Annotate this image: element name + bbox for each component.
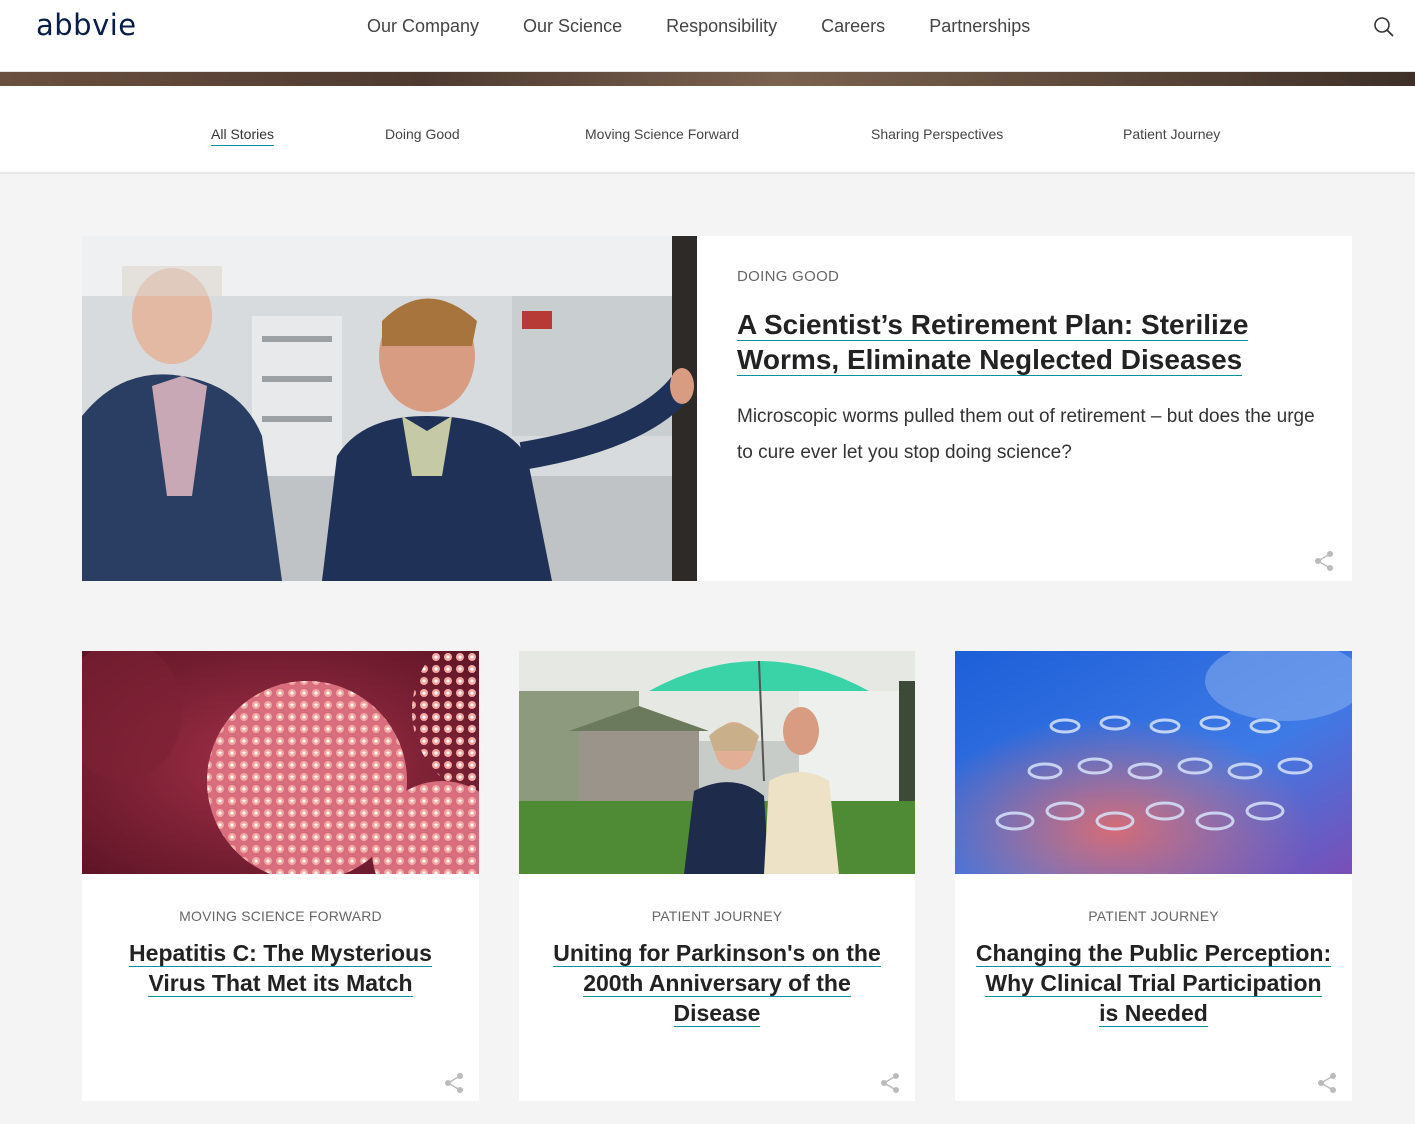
filter-doing-good[interactable]: Doing Good bbox=[385, 126, 460, 142]
story-card-body: PATIENT JOURNEY Uniting for Parkinson's … bbox=[539, 908, 895, 1028]
featured-story-title[interactable]: A Scientist’s Retirement Plan: Sterilize… bbox=[737, 307, 1317, 377]
filter-sharing-perspectives[interactable]: Sharing Perspectives bbox=[871, 126, 1003, 142]
story-card-category: PATIENT JOURNEY bbox=[1088, 908, 1219, 924]
story-card-title[interactable]: Changing the Public Perception: Why Clin… bbox=[975, 938, 1332, 1028]
search-icon[interactable] bbox=[1373, 16, 1395, 38]
nav-our-science[interactable]: Our Science bbox=[523, 16, 622, 37]
card-title-line[interactable]: 200th Anniversary of the bbox=[583, 970, 851, 997]
nav-partnerships[interactable]: Partnerships bbox=[929, 16, 1030, 37]
card-title-line[interactable]: Virus That Met its Match bbox=[148, 970, 413, 997]
hero-image-strip bbox=[0, 72, 1415, 86]
featured-title-line-1[interactable]: A Scientist’s Retirement Plan: Sterilize bbox=[737, 309, 1249, 341]
story-card-image[interactable] bbox=[82, 651, 479, 874]
share-icon[interactable] bbox=[1316, 1072, 1338, 1094]
nav-careers[interactable]: Careers bbox=[821, 16, 885, 37]
story-card-clinical-trials[interactable]: PATIENT JOURNEY Changing the Public Perc… bbox=[955, 651, 1352, 1101]
story-card-image[interactable] bbox=[955, 651, 1352, 874]
share-icon[interactable] bbox=[443, 1072, 465, 1094]
story-card-image[interactable] bbox=[519, 651, 915, 874]
card-title-line[interactable]: Why Clinical Trial Participation bbox=[985, 970, 1322, 997]
main-nav: Our Company Our Science Responsibility C… bbox=[345, 16, 1052, 37]
story-card-category: PATIENT JOURNEY bbox=[651, 908, 783, 924]
story-card-body: PATIENT JOURNEY Changing the Public Perc… bbox=[975, 908, 1332, 1028]
story-card-hepatitis-c[interactable]: MOVING SCIENCE FORWARD Hepatitis C: The … bbox=[82, 651, 479, 1101]
story-card-category: MOVING SCIENCE FORWARD bbox=[179, 908, 382, 924]
share-icon[interactable] bbox=[879, 1072, 901, 1094]
filter-moving-science-forward[interactable]: Moving Science Forward bbox=[585, 126, 739, 142]
story-card-body: MOVING SCIENCE FORWARD Hepatitis C: The … bbox=[102, 908, 459, 998]
share-icon[interactable] bbox=[1313, 550, 1335, 572]
card-title-line[interactable]: Hepatitis C: The Mysterious bbox=[129, 940, 432, 967]
featured-story-category: DOING GOOD bbox=[737, 268, 840, 285]
card-title-line[interactable]: Uniting for Parkinson's on the bbox=[553, 940, 881, 967]
abbvie-logo[interactable]: abbvie bbox=[36, 8, 137, 42]
card-title-line[interactable]: Changing the Public Perception: bbox=[975, 940, 1332, 967]
featured-story-image[interactable] bbox=[82, 236, 697, 581]
story-card-parkinsons[interactable]: PATIENT JOURNEY Uniting for Parkinson's … bbox=[519, 651, 915, 1101]
card-title-line[interactable]: is Needed bbox=[1099, 1000, 1208, 1027]
filter-patient-journey[interactable]: Patient Journey bbox=[1123, 126, 1220, 142]
nav-our-company[interactable]: Our Company bbox=[367, 16, 479, 37]
card-title-line[interactable]: Disease bbox=[673, 1000, 761, 1027]
story-filter-nav: All Stories Doing Good Moving Science Fo… bbox=[0, 86, 1415, 174]
story-card-title[interactable]: Uniting for Parkinson's on the 200th Ann… bbox=[539, 938, 895, 1028]
featured-story-description: Microscopic worms pulled them out of ret… bbox=[737, 406, 1315, 463]
story-card-title[interactable]: Hepatitis C: The Mysterious Virus That M… bbox=[102, 938, 459, 998]
featured-title-line-2[interactable]: Worms, Eliminate Neglected Diseases bbox=[737, 344, 1243, 376]
featured-story-card[interactable]: DOING GOOD A Scientist’s Retirement Plan… bbox=[82, 236, 1352, 581]
site-header: abbvie Our Company Our Science Responsib… bbox=[0, 0, 1415, 72]
filter-all-stories[interactable]: All Stories bbox=[211, 126, 275, 146]
nav-responsibility[interactable]: Responsibility bbox=[666, 16, 777, 37]
featured-story-text: DOING GOOD A Scientist’s Retirement Plan… bbox=[737, 268, 1317, 471]
